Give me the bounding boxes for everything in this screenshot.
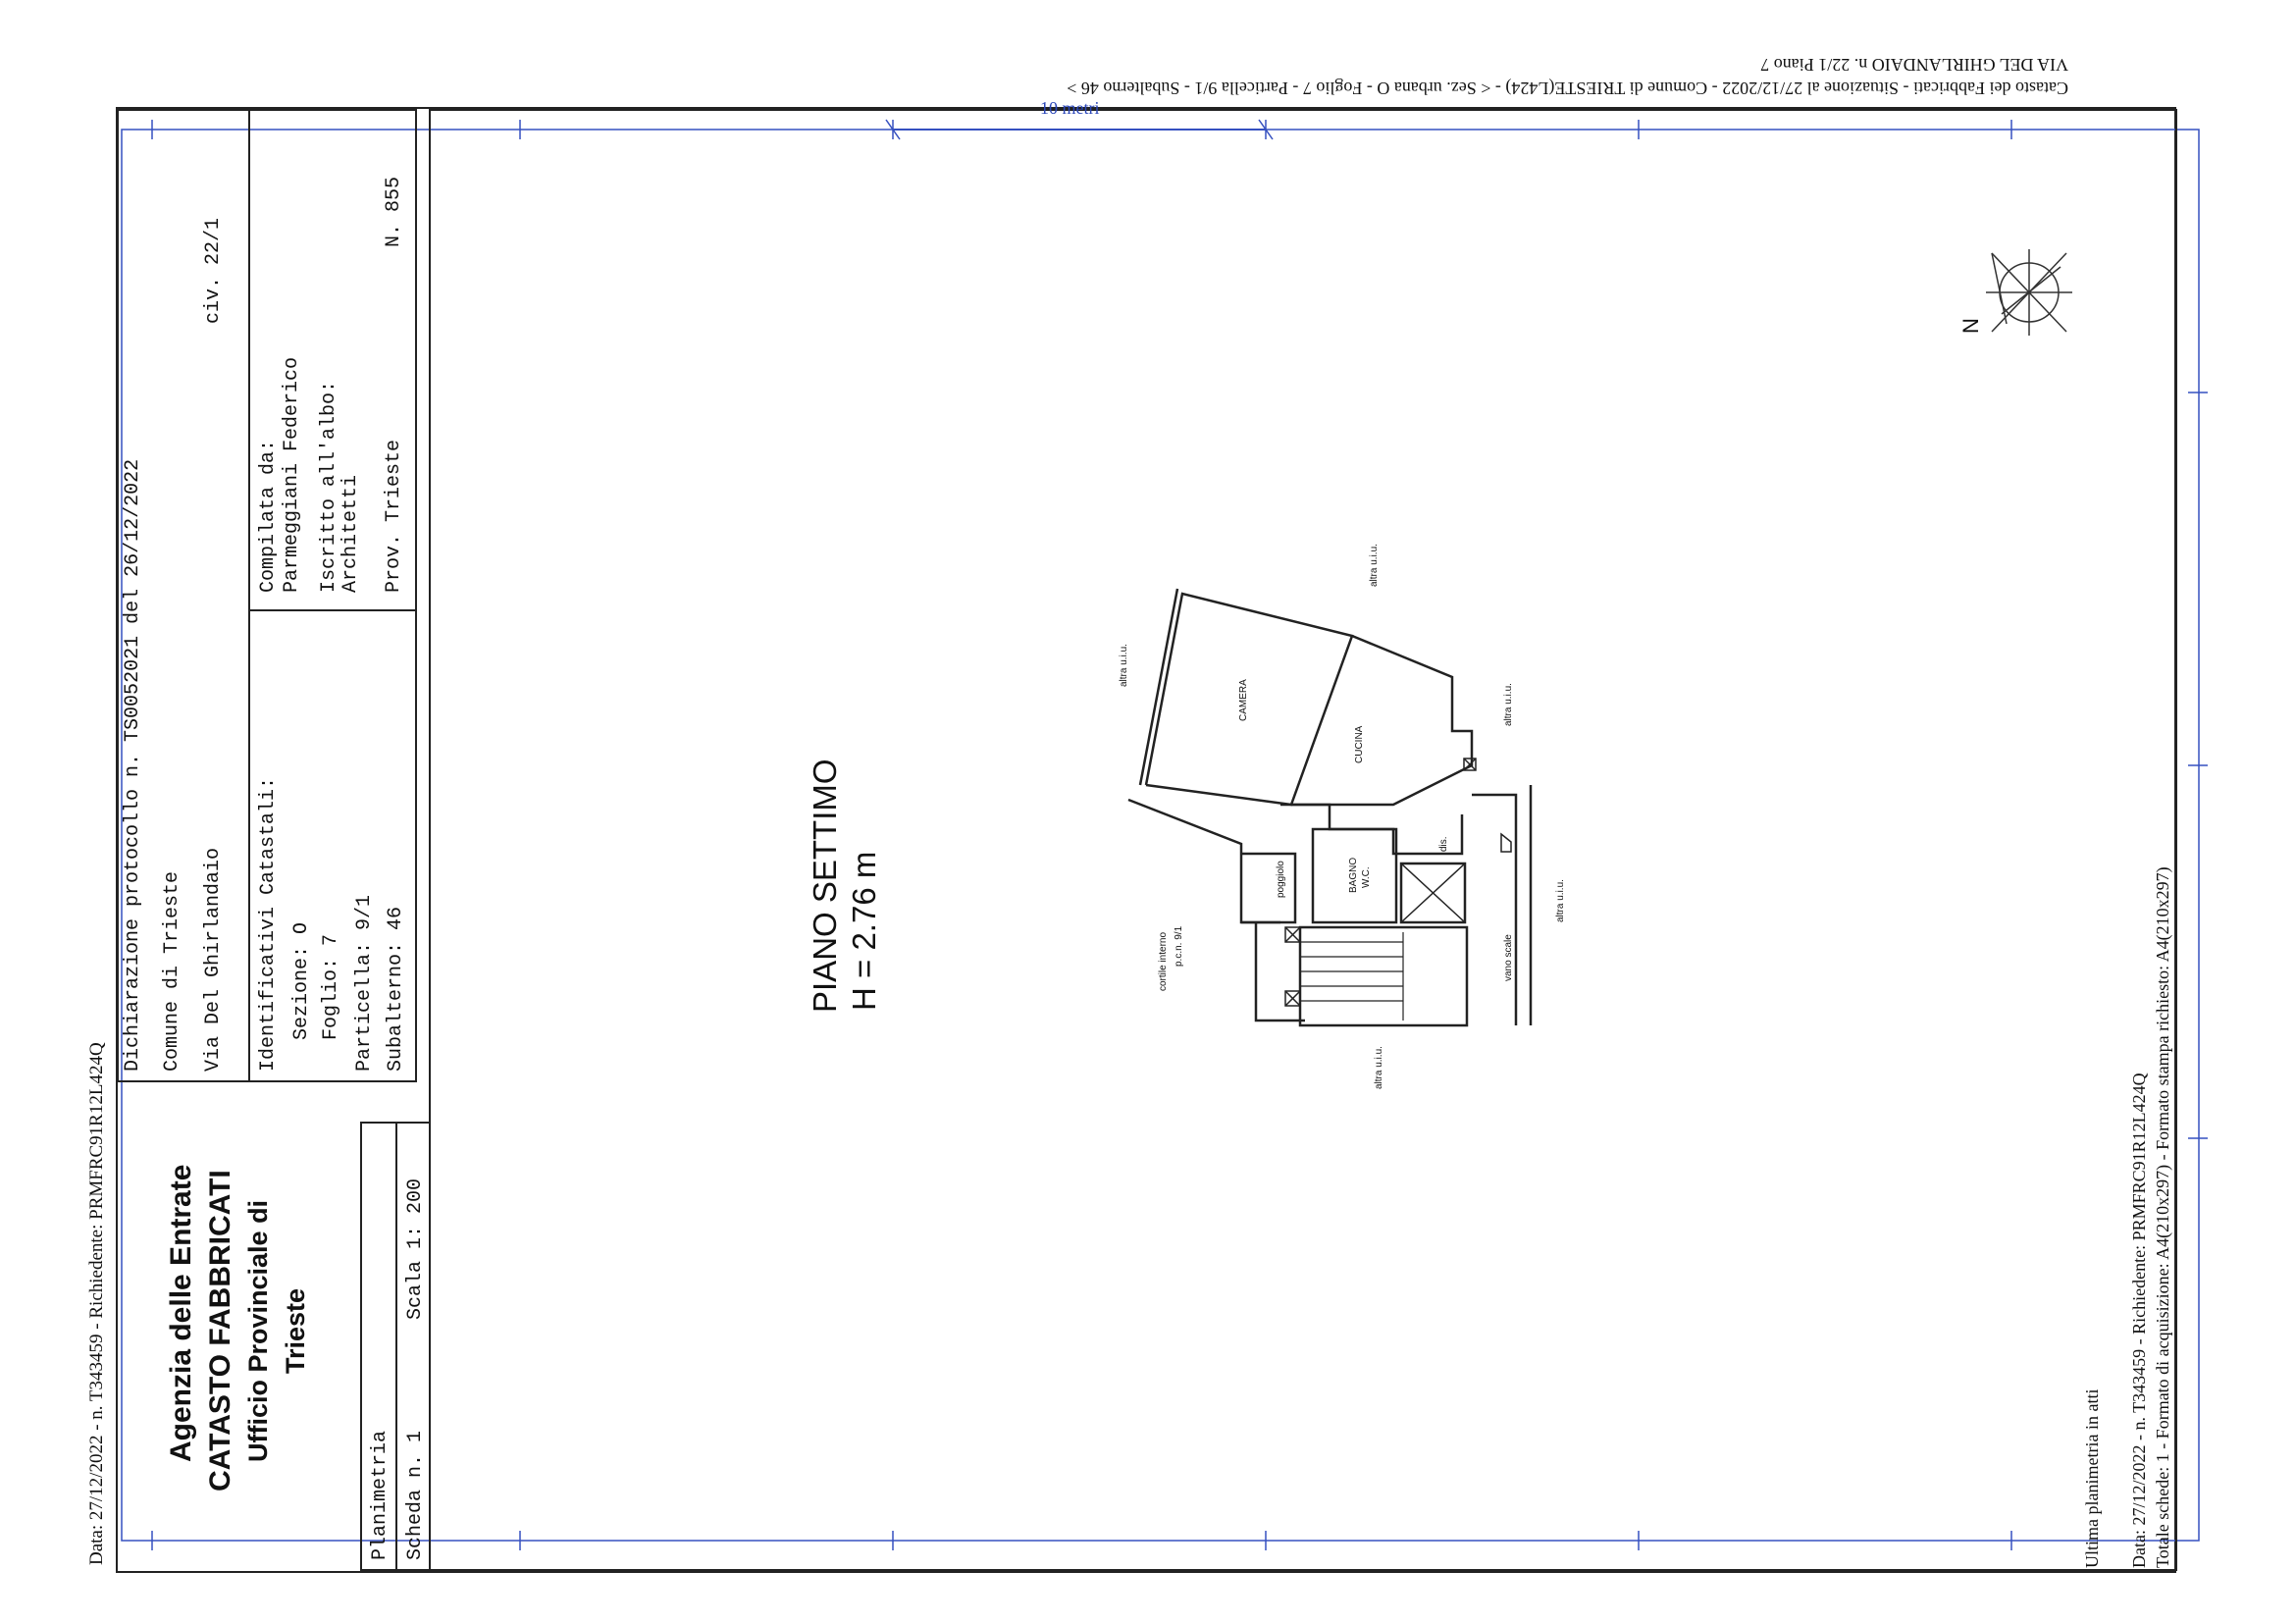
room-poggiolo: poggiolo [1276,861,1286,898]
province: Prov. Trieste [383,439,405,593]
agency-name: Agenzia delle Entrate [165,1164,197,1462]
room-vano-scale: vano scale [1503,934,1514,981]
footer-format: Totale schede: 1 - Formato di acquisizio… [2153,866,2172,1568]
drawing-scale: Scala 1: 200 [404,1178,427,1320]
doc-type: Planimetria [369,1430,391,1560]
cortile-particella: p.c.n. 9/1 [1174,925,1184,967]
scale-bar-label: 10 metri [1040,98,1100,118]
catastal-ids-label: Identificativi Catastali: [257,776,280,1072]
north-label: N [1958,318,1983,334]
altra-uiu-label: altra u.i.u. [1555,879,1566,922]
compiled-by-name: Parmeggiani Federico [281,356,303,593]
altra-uiu-label: altra u.i.u. [1119,644,1129,687]
room-camera: CAMERA [1238,679,1249,721]
office-city: Trieste [281,1287,310,1374]
cortile-interno: cortile interno [1158,931,1169,991]
compiled-by-label: Compilata da: [257,439,280,593]
particella: Particella: 9/1 [353,894,376,1072]
civico: civ. 22/1 [202,217,225,324]
floor-plan-drawing [116,107,2208,1573]
register-value: Architetti [339,474,362,593]
comune: Comune di Trieste [161,870,183,1072]
catasto-fabbricati-title: CATASTO FABBRICATI [204,1170,236,1492]
sezione: Sezione: O [290,921,313,1040]
room-wc: W.C. [1361,866,1372,888]
sheet-number: Scheda n. 1 [404,1430,427,1560]
altra-uiu-label: altra u.i.u. [1374,1046,1384,1089]
room-bagno: BAGNO [1348,857,1359,893]
room-cucina: CUCINA [1354,725,1365,763]
room-disimpegno: dis. [1438,836,1449,852]
office-name: Ufficio Provinciale di [243,1199,273,1462]
floor-height: H = 2.76 m [846,851,882,1011]
register-label: Iscritto all'albo: [318,380,340,593]
footer-last-plan: Ultima planimetria in atti [2082,1388,2102,1568]
altra-uiu-label: altra u.i.u. [1503,683,1514,726]
altra-uiu-label: altra u.i.u. [1369,544,1380,587]
via: Via Del Ghirlandaio [202,847,225,1072]
register-number: N. 855 [383,176,405,247]
protocol-declaration: Dichiarazione protocollo n. TS0052021 de… [122,458,144,1072]
footer-request: Data: 27/12/2022 - n. T343459 - Richiede… [2129,1073,2149,1568]
subalterno: Subalterno: 46 [385,906,407,1072]
foglio: Foglio: 7 [320,933,342,1040]
floor-name: PIANO SETTIMO [807,759,843,1013]
